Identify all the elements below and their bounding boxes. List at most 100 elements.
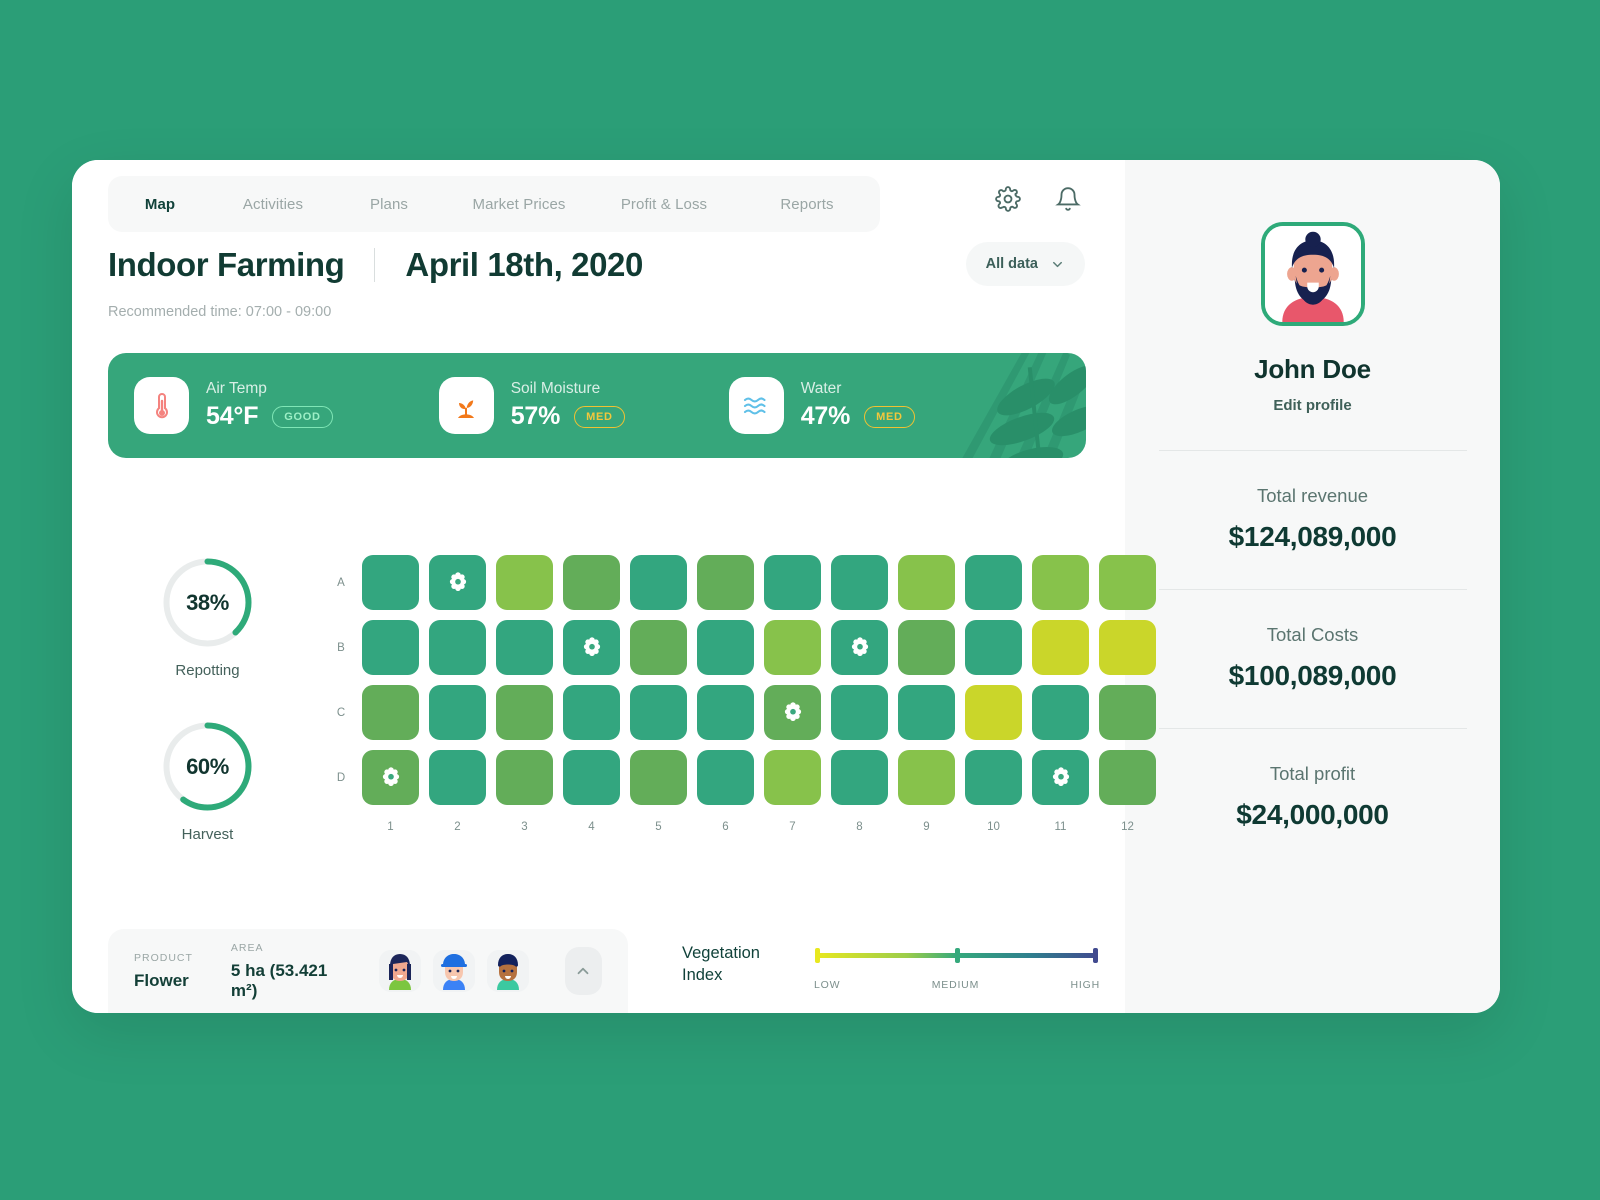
stat-label: Water [800,380,842,397]
tab-map[interactable]: Map [108,196,212,213]
grid-cell-A7[interactable] [764,555,821,610]
collapse-button[interactable] [564,947,602,995]
grid-cell-D8[interactable] [831,750,888,805]
grid-cell-A9[interactable] [898,555,955,610]
tab-plans[interactable]: Plans [334,196,444,213]
total-costs-label: Total Costs [1266,624,1359,645]
veg-tick-high: HIGH [1070,979,1100,991]
worker-avatar-3[interactable] [486,950,529,992]
grid-cell-C12[interactable] [1099,685,1156,740]
grid-cell-B5[interactable] [630,620,687,675]
worker-avatars [378,950,529,992]
worker-avatar-2[interactable] [432,950,475,992]
grid-cell-A11[interactable] [1032,555,1089,610]
grid-cell-A12[interactable] [1099,555,1156,610]
user-name: John Doe [1254,354,1371,384]
grid-cell-C10[interactable] [965,685,1022,740]
grid-cell-B10[interactable] [965,620,1022,675]
flower-icon [382,766,399,786]
grid-cell-B9[interactable] [898,620,955,675]
grid-cell-D4[interactable] [563,750,620,805]
stat-value: 57% [510,402,561,430]
total-profit-block: Total profit $24,000,000 [1125,729,1500,831]
grid-cell-A6[interactable] [697,555,754,610]
column-label: 2 [454,821,461,833]
grid-cell-B3[interactable] [496,620,553,675]
grid-row: D [330,750,1156,805]
edit-profile-link[interactable]: Edit profile [1273,397,1351,414]
grid-cell-D3[interactable] [496,750,553,805]
grid-cell-C3[interactable] [496,685,553,740]
grid-cell-B2[interactable] [429,620,486,675]
grid-cell-A2[interactable] [429,555,486,610]
tab-reports[interactable]: Reports [734,196,880,213]
all-data-dropdown[interactable]: All data [965,242,1085,286]
grid-cell-B11[interactable] [1032,620,1089,675]
grid-cell-B7[interactable] [764,620,821,675]
flower-icon [784,701,801,721]
grid-cell-B4[interactable] [563,620,620,675]
veg-tick-low: LOW [814,979,841,991]
grid-cell-B6[interactable] [697,620,754,675]
user-avatar[interactable] [1260,222,1365,326]
column-label: 1 [387,821,394,833]
tab-market-prices[interactable]: Market Prices [444,196,594,213]
grid-row: C [330,685,1156,740]
grid-cell-B1[interactable] [362,620,419,675]
ring-harvest: 60% Harvest [160,719,255,843]
area-value: 5 ha (53.421 m²) [230,960,328,1000]
grid-cell-C7[interactable] [764,685,821,740]
grid-cell-D10[interactable] [965,750,1022,805]
tab-activities[interactable]: Activities [212,196,334,213]
bell-icon[interactable] [1051,182,1085,216]
grid-cell-C1[interactable] [362,685,419,740]
worker-avatar-1[interactable] [378,950,421,992]
grid-cell-A3[interactable] [496,555,553,610]
grid-cell-D1[interactable] [362,750,419,805]
grid-cell-B12[interactable] [1099,620,1156,675]
product-value: Flower [134,970,189,990]
product-caption: PRODUCT [134,951,193,964]
grid-cell-D9[interactable] [898,750,955,805]
tab-profit-loss[interactable]: Profit & Loss [594,196,734,213]
column-label: 9 [923,821,930,833]
grid-cell-D12[interactable] [1099,750,1156,805]
grid-cell-D7[interactable] [764,750,821,805]
page-title: Indoor Farming [108,246,345,283]
grid-cell-B8[interactable] [831,620,888,675]
grid-cell-A5[interactable] [630,555,687,610]
grid-cell-C6[interactable] [697,685,754,740]
grid-cell-D6[interactable] [697,750,754,805]
veg-tick-medium: MEDIUM [931,979,980,991]
app-window: Map Activities Plans Market Prices Profi… [72,160,1500,1013]
grid-cell-A8[interactable] [831,555,888,610]
main-panel: Map Activities Plans Market Prices Profi… [72,160,1156,1013]
area-info: AREA 5 ha (53.421 m²) [231,942,331,1001]
grid-cell-A1[interactable] [362,555,419,610]
grid-cell-D11[interactable] [1032,750,1089,805]
field-heatmap: ABCD 1 2 3 4 5 6 7 8 9 10 11 12 [330,555,1156,833]
grid-cell-D5[interactable] [630,750,687,805]
grid-cell-C4[interactable] [563,685,620,740]
ring-label: Harvest [181,826,234,843]
grid-cell-C5[interactable] [630,685,687,740]
grid-cell-C9[interactable] [898,685,955,740]
row-label: C [336,706,346,719]
vegetation-index-title: Vegetation Index [682,943,792,987]
gear-icon[interactable] [991,182,1025,216]
grid-cell-C2[interactable] [429,685,486,740]
grid-cell-C8[interactable] [831,685,888,740]
grid-cell-A10[interactable] [965,555,1022,610]
grid-cell-C11[interactable] [1032,685,1089,740]
chevron-up-icon [577,967,589,975]
status-badge: MED [574,405,625,428]
vegetation-gradient-bar [815,948,1098,963]
stat-label: Soil Moisture [510,380,601,397]
column-label: 6 [722,821,729,833]
total-revenue-block: Total revenue $124,089,000 [1125,451,1500,553]
stat-value: 47% [800,402,851,430]
grid-cell-A4[interactable] [563,555,620,610]
row-label: B [337,641,345,654]
page-date: April 18th, 2020 [405,246,643,283]
grid-cell-D2[interactable] [429,750,486,805]
